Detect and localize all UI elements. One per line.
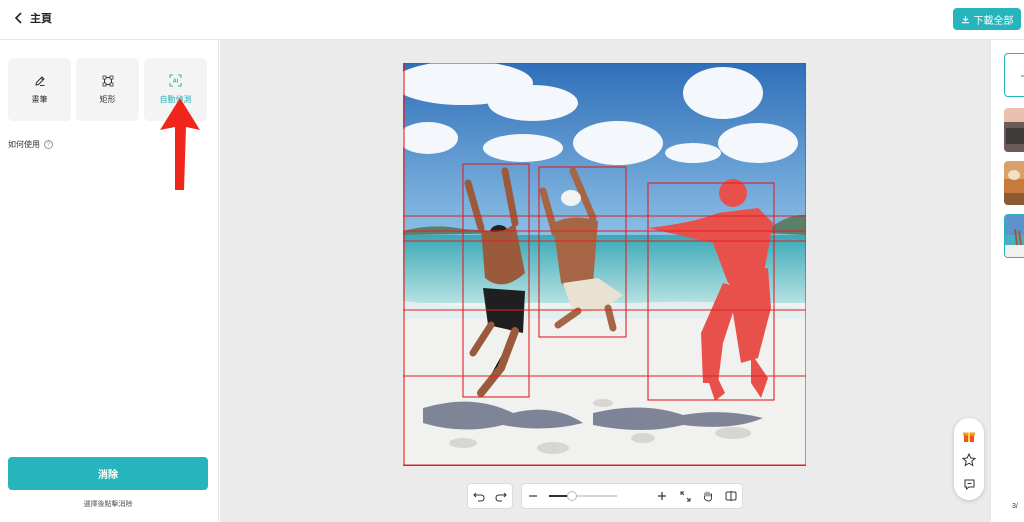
beach-photo[interactable] [403, 63, 806, 466]
ai-detect-icon: AI [169, 74, 182, 87]
minus-icon [529, 495, 538, 497]
thumbnail-1[interactable] [1004, 108, 1024, 152]
expand-icon [680, 491, 691, 501]
gift-button[interactable] [961, 428, 977, 444]
favorite-button[interactable] [961, 452, 977, 468]
fit-screen-button[interactable] [674, 483, 697, 509]
thumbnail-3-image [1005, 215, 1024, 257]
feedback-button[interactable] [961, 476, 977, 492]
zoom-slider-thumb[interactable] [566, 491, 577, 501]
help-circle-icon: ? [44, 140, 53, 149]
plus-icon [1021, 75, 1024, 77]
back-label: 主頁 [30, 13, 52, 25]
compare-button[interactable] [719, 483, 742, 509]
zoom-out-button[interactable] [522, 483, 545, 509]
history-toolbar [467, 483, 513, 509]
ai-badge-text: AI [173, 79, 179, 85]
zoom-slider[interactable] [545, 483, 617, 509]
floating-action-bar [954, 418, 984, 500]
chat-icon [964, 479, 974, 490]
how-to-use-label: 如何使用 [8, 140, 40, 149]
tool-rectangle-label: 矩形 [99, 94, 116, 104]
chevron-left-icon [14, 12, 22, 24]
top-bar: 主頁 下載全部 [0, 0, 1024, 40]
gift-icon [963, 432, 975, 442]
erase-hint: 選擇後點擊消除 [83, 501, 133, 508]
hand-icon [703, 491, 712, 502]
undo-icon [473, 492, 485, 502]
download-all-button[interactable]: 下載全部 [953, 8, 1021, 30]
thumbnail-strip [990, 40, 1024, 522]
thumbnail-2-image [1004, 161, 1024, 205]
download-all-label: 下載全部 [973, 15, 1014, 27]
thumbnail-2[interactable] [1004, 161, 1024, 205]
plus-icon [658, 492, 667, 500]
redo-button[interactable] [490, 483, 512, 509]
thumbnail-3-selected[interactable] [1004, 214, 1024, 258]
page-counter: 3/ [1012, 503, 1018, 510]
download-icon [961, 15, 969, 23]
back-button[interactable]: 主頁 [14, 10, 52, 26]
zoom-toolbar [521, 483, 743, 509]
compare-icon [725, 491, 737, 501]
tool-rectangle[interactable]: 矩形 [76, 58, 139, 121]
left-panel: 畫筆 矩形 AI 自動偵測 如何使用 ? 消除 選擇後點擊消除 [0, 40, 219, 522]
star-icon [962, 453, 976, 467]
tool-pen[interactable]: 畫筆 [8, 58, 71, 121]
undo-button[interactable] [468, 483, 490, 509]
thumbnail-1-image [1004, 108, 1024, 152]
redo-icon [495, 492, 507, 502]
rectangle-icon [102, 75, 113, 86]
tool-pen-label: 畫筆 [31, 94, 48, 104]
how-to-use-link[interactable]: 如何使用 ? [8, 139, 53, 150]
red-arrow-annotation-icon [160, 98, 200, 190]
pen-icon [34, 75, 45, 86]
canvas-area [220, 40, 990, 522]
add-image-button[interactable] [1004, 53, 1024, 97]
zoom-in-button[interactable] [651, 483, 674, 509]
erase-button[interactable]: 消除 [8, 457, 208, 490]
pan-button[interactable] [697, 483, 720, 509]
